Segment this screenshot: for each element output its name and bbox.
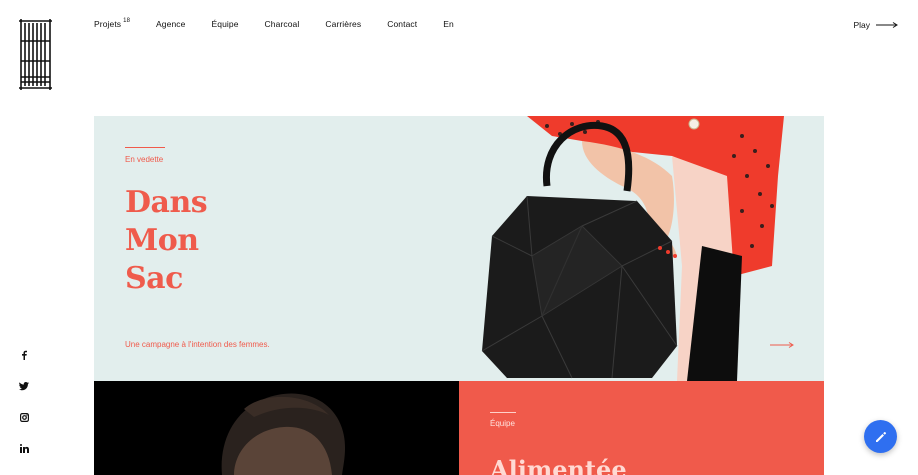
twitter-icon bbox=[19, 381, 29, 390]
nav-language-en[interactable]: En bbox=[443, 19, 454, 29]
featured-eyebrow: En vedette bbox=[125, 155, 164, 164]
featured-title-line: Dans bbox=[125, 185, 208, 220]
featured-photo bbox=[481, 116, 784, 381]
edit-fab-button[interactable] bbox=[864, 420, 897, 453]
arrow-right-icon bbox=[876, 22, 898, 28]
nav-equipe[interactable]: Équipe bbox=[211, 19, 238, 29]
facebook-icon bbox=[22, 350, 27, 360]
instagram-link[interactable] bbox=[18, 411, 30, 423]
linkedin-icon bbox=[19, 443, 29, 453]
brand-logo[interactable] bbox=[19, 19, 52, 90]
social-links bbox=[18, 349, 30, 454]
nav-projets[interactable]: Projets 18 bbox=[94, 18, 131, 29]
nav-projets-label: Projets bbox=[94, 19, 122, 29]
featured-description: Une campagne à l'intention des femmes. bbox=[125, 340, 270, 349]
team-card[interactable]: Équipe Alimentée bbox=[459, 381, 824, 475]
featured-title-line: Sac bbox=[125, 261, 183, 296]
nav-contact[interactable]: Contact bbox=[387, 19, 417, 29]
nav-charcoal[interactable]: Charcoal bbox=[265, 19, 300, 29]
team-eyebrow: Équipe bbox=[490, 419, 515, 428]
arrow-right-icon[interactable] bbox=[770, 341, 794, 349]
page: Projets 18 Agence Équipe Charcoal Carrièr… bbox=[0, 0, 918, 475]
facebook-link[interactable] bbox=[18, 349, 30, 361]
ladder-logo-icon bbox=[19, 19, 52, 90]
portrait-photo bbox=[94, 381, 459, 475]
projets-count-badge: 18 bbox=[123, 18, 131, 25]
pencil-icon bbox=[875, 431, 886, 442]
eyebrow-rule bbox=[490, 412, 516, 413]
nav-agence[interactable]: Agence bbox=[156, 19, 185, 29]
nav-carrieres[interactable]: Carrières bbox=[325, 19, 361, 29]
featured-title: Dans Mon Sac bbox=[125, 184, 325, 298]
featured-project-card[interactable]: En vedette Dans Mon Sac Une campagne à l… bbox=[94, 116, 824, 381]
portrait-card[interactable] bbox=[94, 381, 459, 475]
linkedin-link[interactable] bbox=[18, 442, 30, 454]
play-button[interactable]: Play bbox=[853, 20, 898, 30]
play-label: Play bbox=[853, 20, 870, 30]
eyebrow-rule bbox=[125, 147, 165, 148]
team-title: Alimentée bbox=[490, 455, 627, 475]
featured-title-line: Mon bbox=[125, 223, 199, 258]
instagram-icon bbox=[19, 412, 29, 422]
main-nav: Projets 18 Agence Équipe Charcoal Carrièr… bbox=[94, 18, 480, 29]
twitter-link[interactable] bbox=[18, 380, 30, 392]
